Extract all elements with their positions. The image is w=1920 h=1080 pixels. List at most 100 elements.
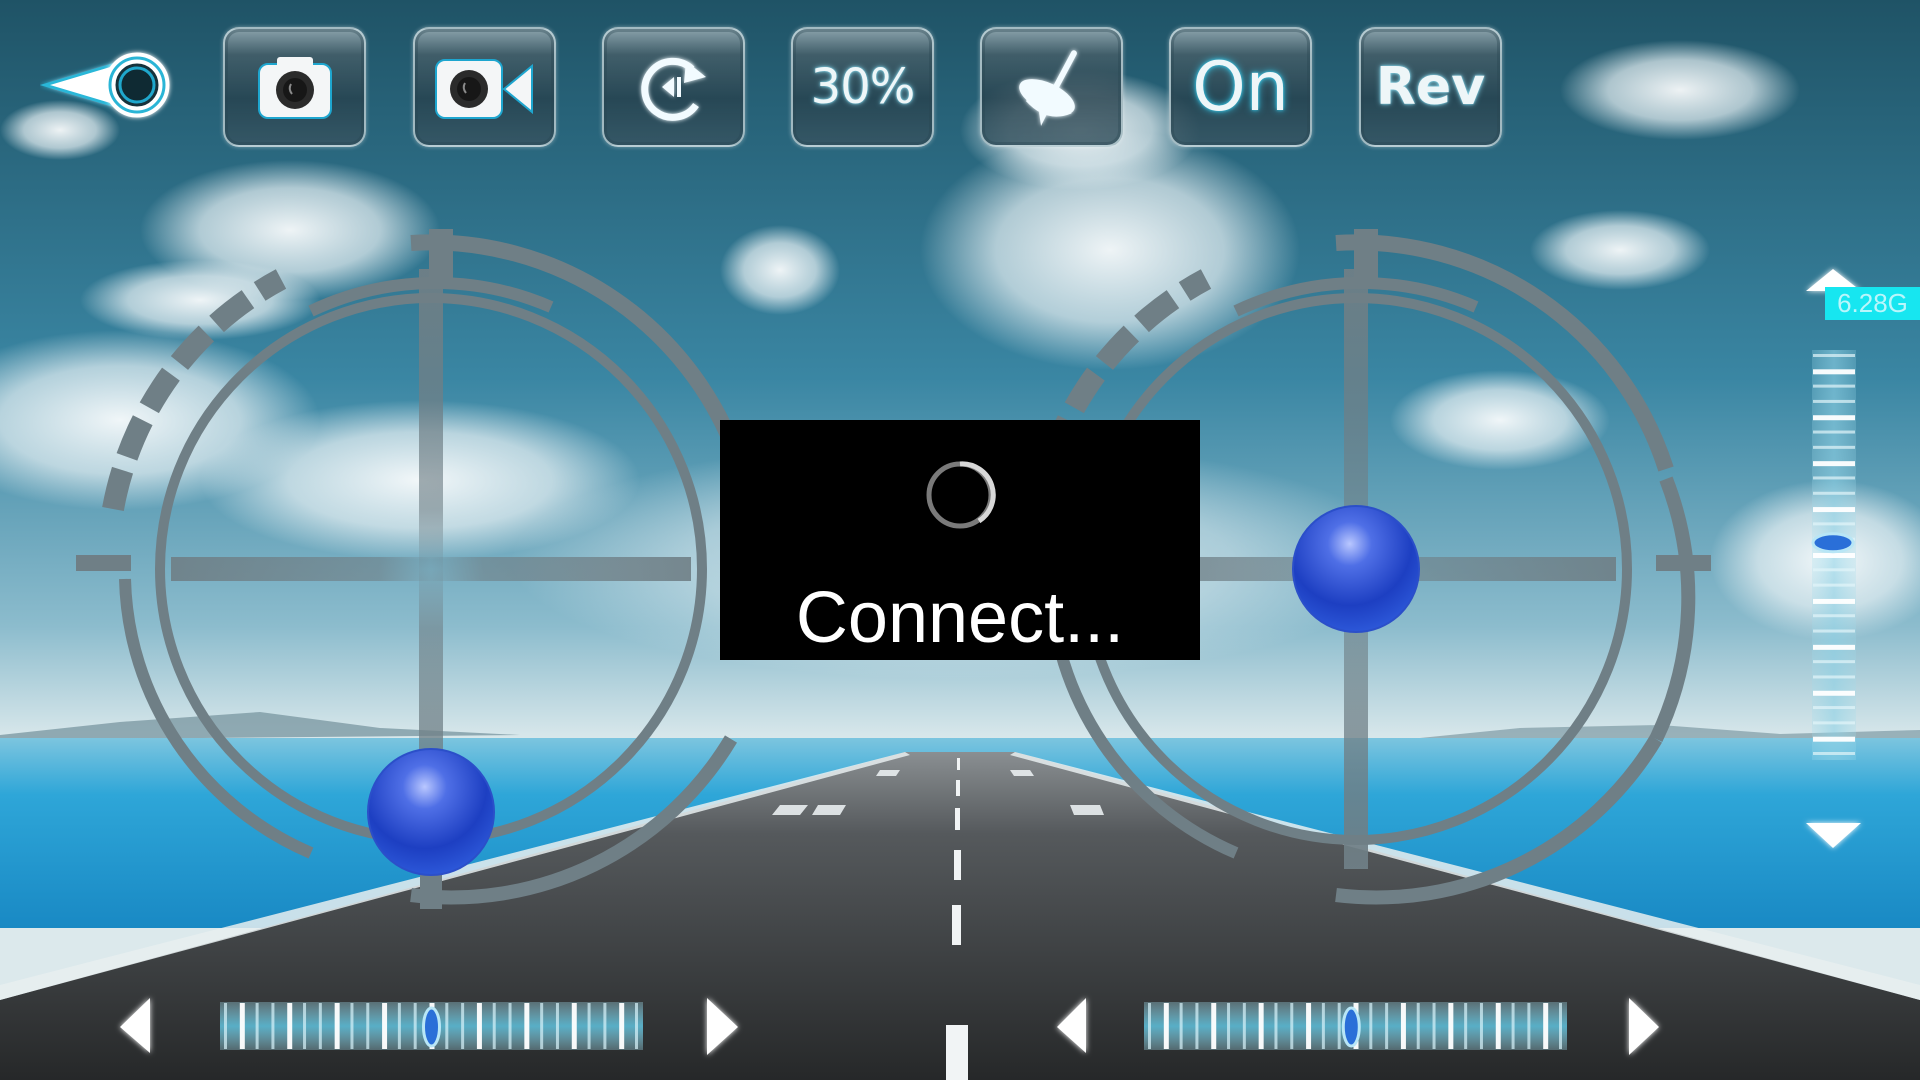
trim-tick: [1242, 1003, 1246, 1049]
trim-tick: [1195, 1003, 1199, 1049]
trim-tick: [1479, 1003, 1483, 1049]
trim-tick: [1813, 752, 1855, 755]
trim-tick: [540, 1003, 544, 1049]
trim-tick: [1813, 384, 1855, 388]
video-camera-icon: [435, 59, 533, 119]
trim-tick: [1274, 1003, 1278, 1049]
trim-tick: [587, 1003, 591, 1049]
trim-tick: [1813, 675, 1855, 679]
trim-tick: [1163, 1003, 1169, 1049]
flip-button[interactable]: [602, 27, 745, 147]
trim-tick: [1813, 369, 1855, 375]
headless-mode-label: On: [1192, 47, 1289, 127]
trim-tick: [1495, 1003, 1501, 1049]
reverse-button[interactable]: Rev: [1359, 27, 1502, 147]
trim-tick: [1813, 614, 1855, 618]
left-trim[interactable]: [120, 998, 738, 1055]
trim-tick: [1813, 461, 1855, 467]
right-trim-left-arrow-icon[interactable]: [1057, 998, 1086, 1053]
trim-tick: [1813, 430, 1855, 434]
trim-tick: [1813, 399, 1855, 403]
trim-tick: [445, 1003, 449, 1049]
speed-button[interactable]: 30%: [791, 27, 934, 147]
trim-tick: [571, 1003, 577, 1049]
trim-tick: [382, 1003, 388, 1049]
trim-tick: [1813, 583, 1855, 587]
trim-tick: [619, 1003, 625, 1049]
altitude-down-arrow-icon[interactable]: [1806, 823, 1861, 848]
altitude-readout: 6.28G: [1825, 287, 1920, 320]
record-video-button[interactable]: [413, 27, 556, 147]
trim-tick: [1813, 721, 1855, 725]
trim-tick: [1432, 1003, 1436, 1049]
left-trim-left-arrow-icon[interactable]: [120, 998, 150, 1053]
altitude-trim[interactable]: [1806, 269, 1861, 848]
take-photo-button[interactable]: [223, 27, 366, 147]
gyro-calibrate-button[interactable]: [980, 27, 1123, 147]
trim-tick: [397, 1003, 401, 1049]
reverse-label: Rev: [1375, 57, 1486, 117]
connect-message: Connect...: [795, 578, 1125, 658]
trim-tick: [413, 1003, 417, 1049]
trim-tick: [1813, 660, 1855, 664]
trim-tick: [1813, 445, 1855, 449]
trim-tick: [1527, 1003, 1531, 1049]
trim-tick: [303, 1003, 307, 1049]
left-joystick-ball[interactable]: [367, 748, 495, 876]
trim-tick: [1813, 706, 1855, 710]
trim-tick: [1813, 690, 1855, 696]
trim-tick: [1511, 1003, 1515, 1049]
trim-tick: [1813, 553, 1855, 558]
trim-tick: [366, 1003, 370, 1049]
trim-tick: [271, 1003, 275, 1049]
trim-tick: [1211, 1003, 1217, 1049]
trim-tick: [1306, 1003, 1312, 1049]
trim-tick: [334, 1003, 340, 1049]
trim-tick: [255, 1003, 259, 1049]
trim-tick: [1813, 491, 1855, 495]
trim-tick: [1179, 1003, 1183, 1049]
right-trim[interactable]: [1057, 998, 1659, 1055]
trim-tick: [1337, 1003, 1341, 1049]
back-arrow-ring-icon: [39, 52, 170, 118]
trim-tick: [603, 1003, 607, 1049]
camera-icon: [257, 57, 332, 119]
trim-tick: [635, 1003, 638, 1049]
trim-tick: [1290, 1003, 1294, 1049]
trim-tick: [1813, 354, 1855, 357]
trim-tick: [1543, 1003, 1549, 1049]
left-trim-right-arrow-icon[interactable]: [707, 998, 738, 1055]
back-button[interactable]: [39, 45, 175, 127]
trim-tick: [492, 1003, 496, 1049]
trim-tick: [555, 1003, 559, 1049]
trim-tick: [1813, 476, 1855, 480]
trim-tick: [508, 1003, 512, 1049]
left-trim-thumb[interactable]: [422, 1006, 441, 1048]
rotate-flip-icon: [640, 57, 706, 121]
right-trim-right-arrow-icon[interactable]: [1629, 998, 1659, 1055]
trim-tick: [1385, 1003, 1389, 1049]
trim-tick: [1258, 1003, 1264, 1049]
trim-tick: [1321, 1003, 1325, 1049]
right-trim-thumb[interactable]: [1341, 1006, 1361, 1048]
trim-tick: [1559, 1003, 1562, 1049]
trim-tick: [1148, 1003, 1151, 1049]
altitude-trim-thumb[interactable]: [1811, 532, 1855, 554]
trim-tick: [1369, 1003, 1373, 1049]
trim-tick: [461, 1003, 465, 1049]
trim-tick: [239, 1003, 245, 1049]
trim-tick: [1227, 1003, 1231, 1049]
altitude-trim-bar[interactable]: [1812, 350, 1856, 760]
trim-tick: [1416, 1003, 1420, 1049]
trim-tick: [1813, 629, 1855, 633]
trim-tick: [287, 1003, 293, 1049]
trim-tick: [1448, 1003, 1454, 1049]
loading-spinner-icon: [926, 461, 996, 529]
left-joystick[interactable]: [76, 229, 749, 909]
trim-tick: [1813, 598, 1855, 604]
trim-tick: [1813, 415, 1855, 421]
headless-mode-button[interactable]: On: [1169, 27, 1312, 147]
trim-tick: [224, 1003, 227, 1049]
right-joystick-ball[interactable]: [1292, 505, 1420, 633]
trim-tick: [1400, 1003, 1406, 1049]
